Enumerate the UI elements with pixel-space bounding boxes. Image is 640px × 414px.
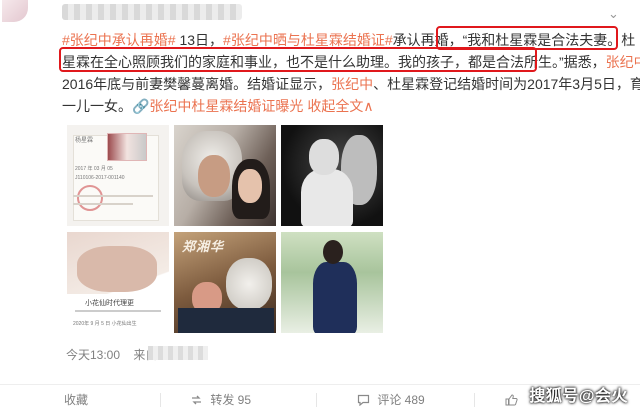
photo-subject <box>198 155 230 197</box>
photo-subject <box>77 246 157 292</box>
father-child-image[interactable]: 郑湘华 <box>174 232 276 333</box>
divider <box>316 393 317 407</box>
collapse-text-link[interactable]: 收起全文 <box>303 98 363 114</box>
post-meta: 今天13:00 来自 <box>66 346 157 363</box>
avatar[interactable] <box>2 0 28 22</box>
collapse-icon[interactable]: ∧ <box>363 98 373 114</box>
divider <box>160 393 161 407</box>
mention-link[interactable]: 张纪中 <box>606 54 640 70</box>
photo-subject <box>309 139 339 175</box>
article-link[interactable]: 🔗张纪中杜星霖结婚证曝光 <box>132 98 303 114</box>
post-text-segment: 2016年底与前妻樊馨蔓离婚。结婚证显示， <box>62 76 332 92</box>
certificate-number: J110106-2017-001140 <box>75 175 125 181</box>
post-time[interactable]: 今天13:00 <box>66 348 120 362</box>
comment-icon <box>357 394 370 407</box>
action-bar: 收藏 转发 95 评论 489 搜狐号@会火 <box>0 384 640 414</box>
repost-label: 转发 95 <box>210 393 252 407</box>
mention-link[interactable]: 张纪中 <box>331 76 373 92</box>
signature-text: 郑湘华 <box>182 239 225 254</box>
divider <box>73 195 153 197</box>
chevron-down-icon[interactable]: ⌄ <box>608 6 619 22</box>
note-subtitle: 2020年 9 月 5 日 小花仙出生 <box>73 321 137 327</box>
post-text-segment: ”据悉， <box>559 54 606 70</box>
favorite-button[interactable]: 收藏 <box>64 385 88 414</box>
note-title: 小花仙时代理更 <box>85 300 134 307</box>
watermark-text: 搜狐号@会火 <box>529 388 628 405</box>
hashtag-link[interactable]: #张纪中晒与杜星霖结婚证# <box>223 32 393 48</box>
post-text-segment: 13日， <box>175 32 224 48</box>
favorite-label: 收藏 <box>64 393 89 407</box>
quote-highlight-box <box>59 47 537 72</box>
repost-icon <box>192 395 201 405</box>
hashtag-link[interactable]: #张纪中承认再婚# <box>62 32 176 48</box>
post-text-segment: 一儿一女。 <box>62 98 132 114</box>
repost-button[interactable]: 转发 95 <box>190 385 251 414</box>
photo-subject <box>238 169 262 203</box>
photo-subject <box>178 308 274 333</box>
certificate-date: 2017 年 03 月 05 <box>75 166 113 172</box>
like-button[interactable] <box>505 385 522 414</box>
marriage-certificate-image[interactable]: 杨星霖 2017 年 03 月 05 J110106-2017-001140 <box>67 125 169 226</box>
pregnant-woman-image[interactable] <box>281 232 383 333</box>
thumbs-up-icon <box>505 394 518 406</box>
photo-subject <box>313 262 357 333</box>
baby-note-image[interactable]: 小花仙时代理更 2020年 9 月 5 日 小花仙出生 <box>67 232 169 333</box>
black-white-couple-image[interactable] <box>281 125 383 226</box>
image-grid: 杨星霖 2017 年 03 月 05 J110106-2017-001140 小… <box>67 125 385 335</box>
divider <box>474 393 475 407</box>
photo-subject <box>301 169 353 226</box>
certificate-name: 杨星霖 <box>75 138 94 144</box>
post-line-4: 一儿一女。🔗张纪中杜星霖结婚证曝光 收起全文∧ <box>62 96 374 117</box>
divider <box>73 203 133 205</box>
divider <box>75 310 161 312</box>
comment-button[interactable]: 评论 489 <box>357 385 425 414</box>
post-text-segment: 、杜星霖登记结婚时间为2017年3月5日，育有 <box>373 76 640 92</box>
photo-subject <box>323 240 343 264</box>
certificate-photo <box>107 133 147 161</box>
note-card: 小花仙时代理更 2020年 9 月 5 日 小花仙出生 <box>67 294 169 333</box>
photo-subject <box>226 258 272 310</box>
post-line-3: 2016年底与前妻樊馨蔓离婚。结婚证显示，张纪中、杜星霖登记结婚时间为2017年… <box>62 74 640 95</box>
certificate-stamp <box>77 185 103 211</box>
couple-selfie-image[interactable] <box>174 125 276 226</box>
blurred-username <box>62 4 242 20</box>
blurred-source <box>148 346 208 360</box>
comment-label: 评论 489 <box>377 393 425 407</box>
